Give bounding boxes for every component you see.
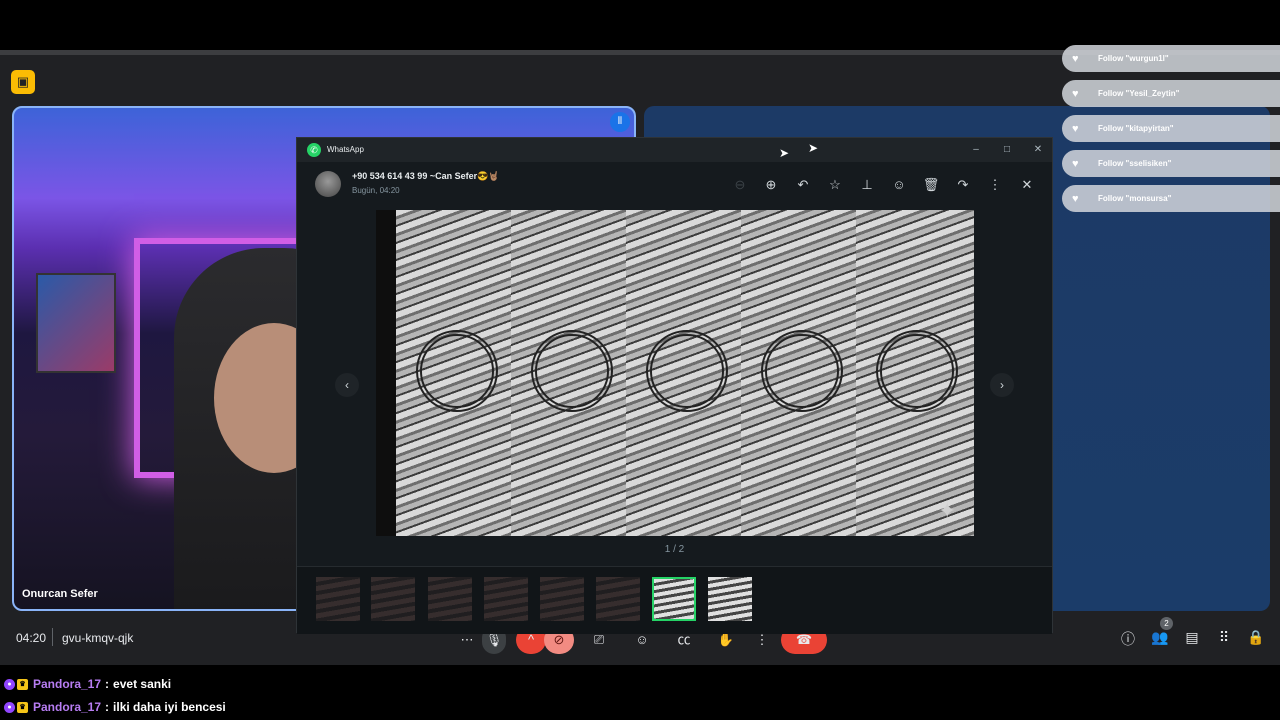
thumbnail[interactable]	[708, 577, 752, 621]
chat-text: ilki daha iyi bencesi	[113, 700, 226, 714]
tattoo-leg	[741, 210, 859, 536]
whatsapp-window: ✆ WhatsApp – □ ✕ +90 534 614 43 99 ~Can …	[296, 137, 1053, 634]
participant-name: Onurcan Sefer	[22, 588, 98, 600]
zoom-out-icon: ⊖	[734, 177, 746, 192]
star-icon[interactable]: ☆	[826, 176, 844, 194]
recording-icon: ▣	[11, 70, 35, 94]
heart-icon: ♥	[1072, 52, 1079, 65]
emoji-icon[interactable]: ☺	[890, 176, 908, 194]
forward-icon[interactable]: ↷	[954, 176, 972, 194]
people-count-badge: 2	[1160, 617, 1173, 630]
follow-text: Follow "monsursa"	[1098, 194, 1172, 203]
mouse-cursor-icon: ➤	[779, 146, 790, 160]
people-icon[interactable]: 👥	[1150, 629, 1170, 646]
chat-message: ● ♛ Pandora_17 : evet sanki	[4, 674, 171, 694]
follow-notification: ♥ Follow "sselisiken"	[1062, 150, 1280, 177]
maximize-icon[interactable]: □	[998, 141, 1016, 159]
thumbnail-strip	[297, 566, 1052, 634]
badge-icon: ●	[4, 701, 15, 713]
follow-notification: ♥ Follow "monsursa"	[1062, 185, 1280, 212]
screen: ▣ ⦀ Onurcan Sefer ♥ Follow "wurgun1l" ♥ …	[0, 0, 1280, 720]
thumbnail[interactable]	[371, 577, 415, 621]
chat-separator: :	[105, 700, 110, 714]
heart-icon: ♥	[1072, 122, 1079, 135]
thumbnail[interactable]	[316, 577, 360, 621]
crown-icon: ♛	[17, 678, 28, 690]
contact-name: +90 534 614 43 99 ~Can Sefer😎🤘🏽	[352, 171, 500, 181]
meeting-code: gvu-kmqv-qjk	[62, 631, 134, 645]
chat-separator: :	[105, 677, 110, 691]
audio-indicator-icon: ⦀	[610, 112, 630, 132]
thumbnail[interactable]	[484, 577, 528, 621]
follow-text: Follow "Yesil_Zeytin"	[1098, 89, 1180, 98]
pin-icon[interactable]: ⊥	[858, 176, 876, 194]
chat-message: ● ♛ Pandora_17 : ilki daha iyi bencesi	[4, 697, 226, 717]
delete-icon[interactable]: 🗑	[922, 176, 940, 194]
chat-username: Pandora_17	[33, 700, 102, 714]
sparkle-icon: ✦	[938, 498, 957, 523]
thumbnail[interactable]	[596, 577, 640, 621]
heart-icon: ♥	[1072, 87, 1079, 100]
badge-icon: ●	[4, 678, 15, 690]
zoom-in-icon[interactable]: ⊕	[762, 176, 780, 194]
tattoo-leg	[856, 210, 974, 536]
message-date: Bugün, 04:20	[352, 186, 400, 195]
media-counter: 1 / 2	[664, 544, 685, 555]
mouse-cursor-icon: ➤	[808, 141, 819, 155]
tattoo-leg	[511, 210, 629, 536]
crown-icon: ♛	[17, 701, 28, 713]
follow-notification: ♥ Follow "kitapyirtan"	[1062, 115, 1280, 142]
thumbnail-active[interactable]	[652, 577, 696, 621]
stream-chat: ● ♛ Pandora_17 : evet sanki ● ♛ Pandora_…	[0, 667, 1280, 720]
chat-username: Pandora_17	[33, 677, 102, 691]
next-arrow-icon[interactable]: ›	[990, 373, 1014, 397]
chat-icon[interactable]: ▤	[1182, 629, 1202, 646]
avatar[interactable]	[315, 171, 341, 197]
follow-text: Follow "sselisiken"	[1098, 159, 1172, 168]
follow-notification: ♥ Follow "Yesil_Zeytin"	[1062, 80, 1280, 107]
divider	[52, 628, 53, 646]
previous-arrow-icon[interactable]: ‹	[335, 373, 359, 397]
close-icon[interactable]: ✕	[1018, 176, 1036, 194]
chat-text: evet sanki	[113, 677, 172, 691]
tattoo-leg	[396, 210, 514, 536]
title-bar[interactable]: ✆ WhatsApp – □ ✕	[297, 138, 1052, 162]
wall-poster	[36, 273, 116, 373]
more-icon[interactable]: ⋮	[986, 176, 1004, 194]
window-title: WhatsApp	[327, 145, 364, 154]
follow-text: Follow "wurgun1l"	[1098, 54, 1169, 63]
media-image[interactable]: ✦	[376, 210, 974, 536]
minimize-icon[interactable]: –	[967, 141, 985, 159]
window-close-icon[interactable]: ✕	[1029, 141, 1047, 159]
apps-icon[interactable]: ⠿	[1214, 629, 1234, 646]
lock-icon[interactable]: 🔒	[1246, 629, 1266, 646]
thumbnail[interactable]	[428, 577, 472, 621]
follow-text: Follow "kitapyirtan"	[1098, 124, 1174, 133]
reply-icon[interactable]: ↶	[794, 176, 812, 194]
heart-icon: ♥	[1072, 192, 1079, 205]
follow-notification: ♥ Follow "wurgun1l"	[1062, 45, 1280, 72]
thumbnail[interactable]	[540, 577, 584, 621]
heart-icon: ♥	[1072, 157, 1079, 170]
tattoo-leg	[626, 210, 744, 536]
whatsapp-logo-icon: ✆	[307, 143, 321, 157]
meeting-time: 04:20	[16, 631, 47, 645]
info-icon[interactable]: ⓘ	[1118, 629, 1138, 649]
